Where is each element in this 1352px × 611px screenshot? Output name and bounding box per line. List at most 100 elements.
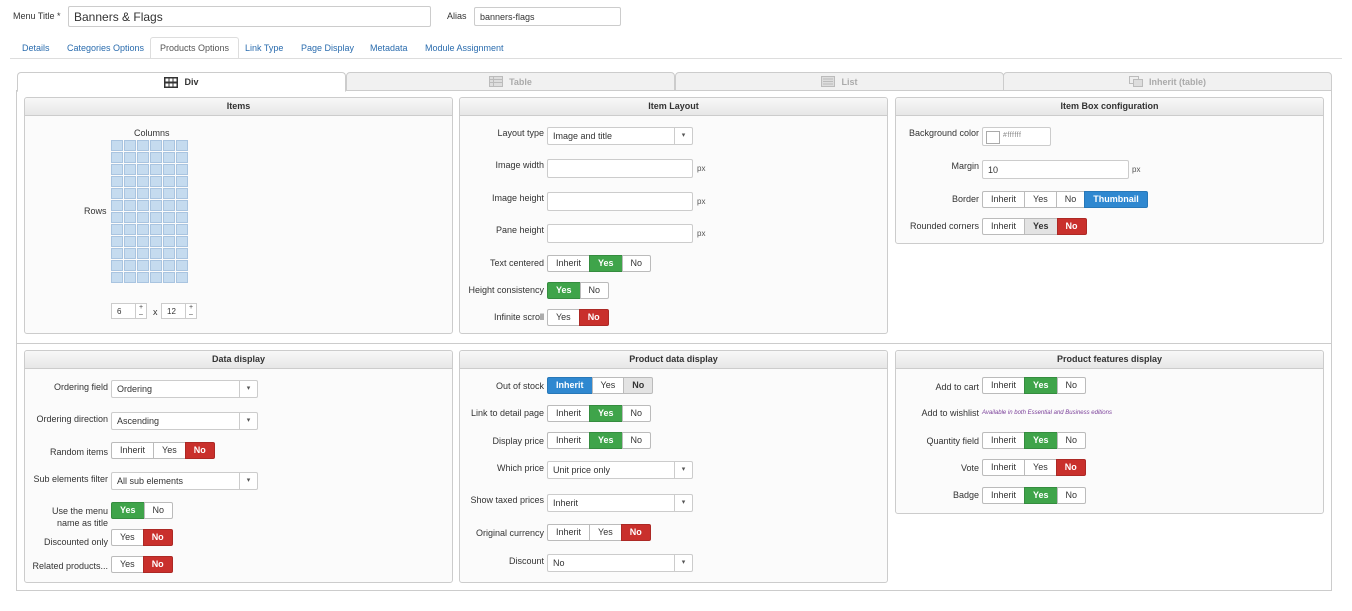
grid-cell[interactable]	[137, 164, 149, 175]
grid-cell[interactable]	[176, 236, 188, 247]
text-centered-no[interactable]: No	[621, 255, 652, 272]
background-color-picker[interactable]: #ffffff	[982, 127, 1051, 146]
text-centered-yes[interactable]: Yes	[589, 255, 623, 272]
height-consistency-yes[interactable]: Yes	[547, 282, 581, 299]
grid-cell[interactable]	[163, 188, 175, 199]
grid-cell[interactable]	[124, 224, 136, 235]
image-width-input[interactable]	[547, 159, 693, 178]
tab-metadata[interactable]: Metadata	[370, 43, 408, 53]
grid-cell[interactable]	[137, 248, 149, 259]
grid-cell[interactable]	[111, 164, 123, 175]
out-of-stock-inherit[interactable]: Inherit	[547, 377, 593, 394]
grid-cell[interactable]	[111, 224, 123, 235]
original-currency-yes[interactable]: Yes	[589, 524, 622, 541]
grid-cell[interactable]	[163, 152, 175, 163]
rounded-corners-inherit[interactable]: Inherit	[982, 218, 1026, 235]
infinite-scroll-no[interactable]: No	[578, 309, 609, 326]
grid-cell[interactable]	[150, 164, 162, 175]
add-to-cart-yes[interactable]: Yes	[1024, 377, 1058, 394]
related-products-no[interactable]: No	[142, 556, 173, 573]
grid-cell[interactable]	[150, 260, 162, 271]
tab-details[interactable]: Details	[22, 43, 50, 53]
tab-link-type[interactable]: Link Type	[245, 43, 283, 53]
grid-cell[interactable]	[137, 212, 149, 223]
ordering-field-select[interactable]: Ordering ▾	[111, 380, 258, 398]
grid-cell[interactable]	[111, 188, 123, 199]
badge-no[interactable]: No	[1056, 487, 1087, 504]
random-items-inherit[interactable]: Inherit	[111, 442, 155, 459]
display-price-no[interactable]: No	[621, 432, 652, 449]
discounted-only-yes[interactable]: Yes	[111, 529, 144, 546]
display-price-inherit[interactable]: Inherit	[547, 432, 591, 449]
menu-title-input[interactable]	[68, 6, 431, 27]
link-detail-inherit[interactable]: Inherit	[547, 405, 591, 422]
grid-cell[interactable]	[124, 248, 136, 259]
link-detail-yes[interactable]: Yes	[589, 405, 623, 422]
layout-tab-table[interactable]: Table	[346, 72, 675, 91]
grid-cell[interactable]	[137, 224, 149, 235]
grid-cell[interactable]	[176, 176, 188, 187]
grid-cell[interactable]	[163, 176, 175, 187]
grid-cell[interactable]	[150, 188, 162, 199]
grid-cell[interactable]	[111, 248, 123, 259]
grid-cell[interactable]	[137, 140, 149, 151]
related-products-yes[interactable]: Yes	[111, 556, 144, 573]
layout-tab-div[interactable]: Div	[17, 72, 346, 92]
grid-cell[interactable]	[137, 176, 149, 187]
grid-cell[interactable]	[111, 152, 123, 163]
grid-cell[interactable]	[163, 236, 175, 247]
use-menu-name-yes[interactable]: Yes	[111, 502, 145, 519]
quantity-field-yes[interactable]: Yes	[1024, 432, 1058, 449]
grid-cell[interactable]	[124, 140, 136, 151]
grid-cell[interactable]	[111, 260, 123, 271]
grid-cell[interactable]	[163, 272, 175, 283]
border-inherit[interactable]: Inherit	[982, 191, 1026, 208]
grid-cell[interactable]	[163, 164, 175, 175]
grid-cell[interactable]	[111, 272, 123, 283]
grid-cell[interactable]	[176, 260, 188, 271]
tab-products-options[interactable]: Products Options	[150, 37, 240, 59]
grid-cell[interactable]	[124, 164, 136, 175]
grid-cell[interactable]	[111, 212, 123, 223]
which-price-select[interactable]: Unit price only ▾	[547, 461, 693, 479]
grid-cell[interactable]	[137, 236, 149, 247]
infinite-scroll-yes[interactable]: Yes	[547, 309, 580, 326]
grid-cell[interactable]	[163, 224, 175, 235]
border-thumbnail[interactable]: Thumbnail	[1084, 191, 1148, 208]
grid-cell[interactable]	[124, 272, 136, 283]
grid-cell[interactable]	[150, 176, 162, 187]
grid-cell[interactable]	[176, 248, 188, 259]
grid-cell[interactable]	[124, 152, 136, 163]
badge-inherit[interactable]: Inherit	[982, 487, 1026, 504]
grid-cell[interactable]	[163, 248, 175, 259]
grid-cell[interactable]	[176, 200, 188, 211]
vote-yes[interactable]: Yes	[1024, 459, 1057, 476]
grid-cell[interactable]	[137, 260, 149, 271]
text-centered-inherit[interactable]: Inherit	[547, 255, 591, 272]
grid-cell[interactable]	[111, 140, 123, 151]
grid-cell[interactable]	[176, 212, 188, 223]
image-height-input[interactable]	[547, 192, 693, 211]
display-price-yes[interactable]: Yes	[589, 432, 623, 449]
quantity-field-inherit[interactable]: Inherit	[982, 432, 1026, 449]
discount-select[interactable]: No ▾	[547, 554, 693, 572]
rows-stepper-icon[interactable]: + –	[185, 304, 196, 318]
grid-cell[interactable]	[137, 272, 149, 283]
grid-cell[interactable]	[176, 164, 188, 175]
grid-cell[interactable]	[150, 140, 162, 151]
grid-cell[interactable]	[163, 212, 175, 223]
grid-cell[interactable]	[163, 140, 175, 151]
grid-cell[interactable]	[163, 200, 175, 211]
grid-cell[interactable]	[150, 236, 162, 247]
add-to-cart-inherit[interactable]: Inherit	[982, 377, 1026, 394]
out-of-stock-no[interactable]: No	[623, 377, 654, 394]
height-consistency-no[interactable]: No	[579, 282, 610, 299]
grid-cell[interactable]	[124, 188, 136, 199]
grid-cell[interactable]	[176, 272, 188, 283]
layout-tab-list[interactable]: List	[675, 72, 1004, 91]
grid-cell[interactable]	[124, 200, 136, 211]
out-of-stock-yes[interactable]: Yes	[591, 377, 625, 394]
original-currency-no[interactable]: No	[620, 524, 651, 541]
border-no[interactable]: No	[1055, 191, 1086, 208]
quantity-field-no[interactable]: No	[1056, 432, 1087, 449]
